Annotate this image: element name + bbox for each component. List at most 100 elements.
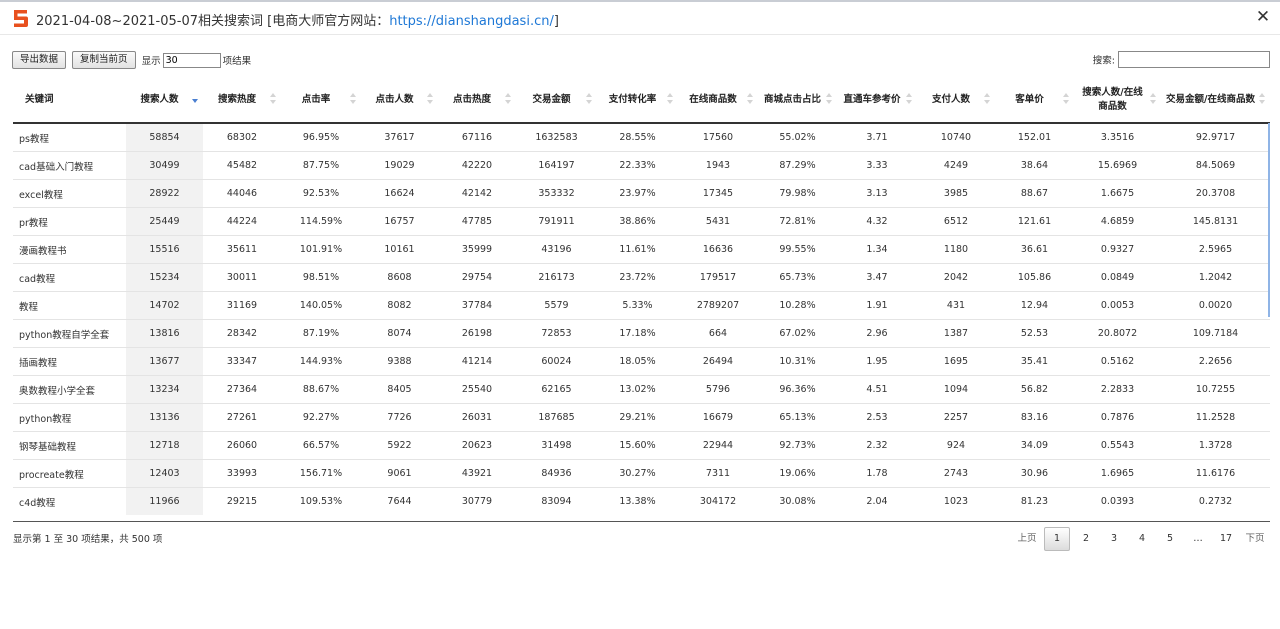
table-cell: 105.86: [995, 263, 1074, 292]
column-header-11[interactable]: 直通车参考价: [837, 78, 917, 124]
table-cell: 35999: [438, 235, 516, 264]
table-cell: 2.32: [837, 431, 917, 460]
table-cell: 8608: [361, 263, 438, 292]
column-header-4[interactable]: 点击率: [281, 78, 361, 124]
page-button[interactable]: 17: [1212, 528, 1240, 550]
table-bottom-border: [13, 521, 1270, 522]
sort-icon: [826, 93, 832, 105]
table-cell: 3.47: [837, 263, 917, 292]
column-header-label: 客单价: [1015, 94, 1044, 105]
table-toolbar: 导出数据 复制当前页 显示 项结果: [12, 51, 251, 71]
table-cell: 67116: [438, 122, 516, 152]
table-cell: 65.13%: [758, 403, 837, 432]
table-row[interactable]: 钢琴基础教程 12718 26060 66.57% 5922 20623 31498 15.6…: [13, 431, 1270, 460]
table-row[interactable]: python教程自学全套 13816 28342 87.19% 8074 26198 728…: [13, 319, 1270, 348]
table-cell: 34.09: [995, 431, 1074, 460]
table-cell: 15.6969: [1074, 151, 1161, 180]
table-row[interactable]: ps教程 58854 68302 96.95% 37617 67116 1632583 28.…: [13, 122, 1270, 152]
table-row[interactable]: 奥数教程小学全套 13234 27364 88.67% 8405 25540 62165 13…: [13, 375, 1270, 404]
page-button[interactable]: 5: [1156, 528, 1184, 550]
website-link[interactable]: https://dianshangdasi.cn/: [389, 14, 554, 29]
column-header-8[interactable]: 支付转化率: [597, 78, 678, 124]
page-button[interactable]: 2: [1072, 528, 1100, 550]
table-cell: 1.2042: [1161, 263, 1270, 292]
table-cell: 52.53: [995, 319, 1074, 348]
keyword-cell: c4d教程: [13, 487, 126, 515]
table-cell: 28922: [126, 179, 203, 208]
table-cell: 156.71%: [281, 459, 361, 488]
table-cell: 42142: [438, 179, 516, 208]
table-row[interactable]: procreate教程 12403 33993 156.71% 9061 43921 849…: [13, 459, 1270, 488]
table-row[interactable]: pr教程 25449 44224 114.59% 16757 47785 791911 38.…: [13, 207, 1270, 236]
table-cell: 30.96: [995, 459, 1074, 488]
column-header-7[interactable]: 交易金额: [516, 78, 597, 124]
table-cell: 1.6965: [1074, 459, 1161, 488]
table-cell: 41214: [438, 347, 516, 376]
search-input[interactable]: [1118, 51, 1270, 68]
table-cell: 47785: [438, 207, 516, 236]
table-cell: 13136: [126, 403, 203, 432]
table-cell: 3.13: [837, 179, 917, 208]
table-cell: 96.36%: [758, 375, 837, 404]
current-page-button[interactable]: 1: [1044, 527, 1070, 551]
table-cell: 5796: [678, 375, 758, 404]
table-cell: 3985: [917, 179, 995, 208]
page-length-input[interactable]: [162, 52, 221, 68]
column-header-3[interactable]: 搜索热度: [203, 78, 281, 124]
column-header-9[interactable]: 在线商品数: [678, 78, 758, 124]
copy-current-page-button[interactable]: 复制当前页: [72, 51, 136, 69]
column-header-5[interactable]: 点击人数: [361, 78, 438, 124]
table-cell: 11.6176: [1161, 459, 1270, 488]
column-header-10[interactable]: 商城点击占比: [758, 78, 837, 124]
table-cell: 16624: [361, 179, 438, 208]
table-row[interactable]: 漫画教程书 15516 35611 101.91% 10161 35999 43196 11.…: [13, 235, 1270, 264]
table-cell: 7726: [361, 403, 438, 432]
close-icon[interactable]: ✕: [1254, 7, 1272, 27]
search-area: 搜索:: [1093, 51, 1270, 68]
table-cell: 664: [678, 319, 758, 348]
table-cell: 92.9717: [1161, 122, 1270, 152]
column-header-15[interactable]: 交易金额/在线商品数: [1161, 78, 1270, 124]
column-header-2[interactable]: 搜索人数: [126, 78, 203, 124]
table-row[interactable]: 教程 14702 31169 140.05% 8082 37784 5579 5.33% 278…: [13, 291, 1270, 320]
keyword-cell: python教程: [13, 403, 126, 432]
table-cell: 3.3516: [1074, 122, 1161, 152]
column-header-label: 直通车参考价: [843, 94, 901, 105]
column-header-12[interactable]: 支付人数: [917, 78, 995, 124]
table-cell: 23.72%: [597, 263, 678, 292]
export-data-button[interactable]: 导出数据: [12, 51, 67, 69]
page-button[interactable]: 3: [1100, 528, 1128, 550]
next-page-button[interactable]: 下页: [1240, 528, 1270, 550]
vertical-scrollbar[interactable]: [1268, 123, 1270, 317]
column-header-label: 点击热度: [452, 94, 491, 105]
keyword-cell: excel教程: [13, 179, 126, 208]
table-cell: 1695: [917, 347, 995, 376]
table-cell: 26060: [203, 431, 281, 460]
table-cell: 62165: [516, 375, 597, 404]
table-row[interactable]: cad教程 15234 30011 98.51% 8608 29754 216173 23.7…: [13, 263, 1270, 292]
keyword-cell: cad教程: [13, 263, 126, 292]
table-row[interactable]: python教程 13136 27261 92.27% 7726 26031 187685 2…: [13, 403, 1270, 432]
table-row[interactable]: excel教程 28922 44046 92.53% 16624 42142 353332 2…: [13, 179, 1270, 208]
table-cell: 10.31%: [758, 347, 837, 376]
keyword-cell: 插画教程: [13, 347, 126, 376]
column-header-13[interactable]: 客单价: [995, 78, 1074, 124]
column-header-14[interactable]: 搜索人数/在线商品数: [1074, 78, 1161, 124]
keyword-cell: 漫画教程书: [13, 235, 126, 264]
table-cell: 18.05%: [597, 347, 678, 376]
table-row[interactable]: c4d教程 11966 29215 109.53% 7644 30779 83094 13.3…: [13, 487, 1270, 515]
table-cell: 72.81%: [758, 207, 837, 236]
table-cell: 8405: [361, 375, 438, 404]
page-button[interactable]: 4: [1128, 528, 1156, 550]
table-row[interactable]: cad基础入门教程 30499 45482 87.75% 19029 42220 16419…: [13, 151, 1270, 180]
table-cell: 26494: [678, 347, 758, 376]
search-label: 搜索:: [1092, 55, 1115, 67]
prev-page-button[interactable]: 上页: [1012, 528, 1042, 550]
column-header-6[interactable]: 点击热度: [438, 78, 516, 124]
sort-icon: [1259, 93, 1265, 105]
table-cell: 791911: [516, 207, 597, 236]
table-row[interactable]: 插画教程 13677 33347 144.93% 9388 41214 60024 18.05…: [13, 347, 1270, 376]
column-header-label: 点击率: [301, 94, 331, 105]
table-cell: 84936: [516, 459, 597, 488]
column-header-1[interactable]: 关键词: [13, 78, 126, 124]
